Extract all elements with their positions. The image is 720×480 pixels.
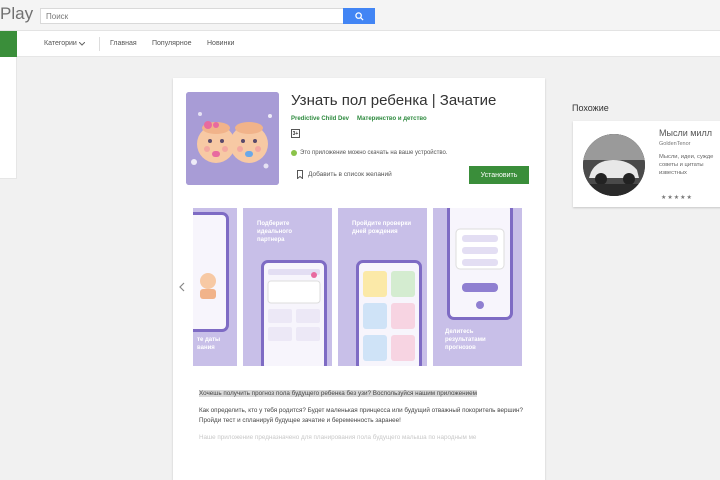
search-icon xyxy=(354,11,364,21)
search-input[interactable] xyxy=(41,9,344,23)
screenshot-gallery[interactable]: те даты вания Подберите идеального партнера… xyxy=(193,208,523,366)
similar-app-rating: ★★★★★ xyxy=(661,195,693,201)
screenshot-3[interactable]: Пройдите проверки дней рождения xyxy=(338,208,427,366)
babies-icon xyxy=(186,92,279,185)
car-photo-icon xyxy=(583,134,645,196)
apps-tab[interactable] xyxy=(0,31,17,57)
screenshot-2[interactable]: Подберите идеального партнера xyxy=(243,208,332,366)
phone-mockup xyxy=(261,260,327,366)
screen-illustration xyxy=(267,269,321,341)
similar-app-developer[interactable]: GoldenTenor xyxy=(659,141,691,147)
nav-new[interactable]: Новинки xyxy=(207,40,234,47)
phone-mockup xyxy=(447,208,513,320)
screenshot-caption: Пройдите проверки дней рождения xyxy=(352,221,412,235)
screen-illustration xyxy=(200,273,216,299)
content-rating-badge: 3+ xyxy=(291,129,300,138)
category-link[interactable]: Материнство и детство xyxy=(357,116,427,122)
chevron-down-icon xyxy=(78,41,85,46)
screenshot-caption: те даты вания xyxy=(197,337,221,351)
nav-home[interactable]: Главная xyxy=(110,40,137,47)
similar-section-title: Похожие xyxy=(572,103,609,113)
nav-categories[interactable]: Категории xyxy=(44,40,85,47)
screenshot-1[interactable]: те даты вания xyxy=(193,208,237,366)
left-sidebar xyxy=(0,57,17,179)
app-description: Хочешь получить прогноз пола будущего ре… xyxy=(199,389,524,450)
wishlist-label: Добавить в список желаний xyxy=(308,171,392,178)
screenshot-caption: Подберите идеального партнера xyxy=(257,221,293,243)
screenshot-caption: Делитесь результатами прогнозов xyxy=(445,329,486,351)
install-button[interactable]: Установить xyxy=(469,166,529,184)
search-box xyxy=(40,8,375,24)
app-icon xyxy=(186,92,279,185)
similar-app-image xyxy=(583,134,645,196)
play-logo[interactable]: Play xyxy=(0,4,33,24)
phone-mockup xyxy=(356,260,422,366)
nav-categories-label: Категории xyxy=(44,40,77,47)
wishlist-button[interactable]: Добавить в список желаний xyxy=(297,170,392,179)
check-circle-icon xyxy=(291,150,297,156)
description-highlight: Хочешь получить прогноз пола будущего ре… xyxy=(199,390,477,397)
description-faded: Наше приложение предназначено для планир… xyxy=(199,434,477,441)
top-bar: Play xyxy=(0,0,720,31)
description-paragraph: Как определить, кто у тебя родится? Буде… xyxy=(199,407,524,424)
chevron-left-icon xyxy=(179,282,185,292)
search-button[interactable] xyxy=(343,8,375,24)
screenshot-4[interactable]: Делитесь результатами прогнозов xyxy=(433,208,522,366)
compatibility-notice: Это приложение можно скачать на ваше уст… xyxy=(291,150,448,156)
phone-mockup xyxy=(193,212,229,332)
similar-app-description: Мысли, идеи, сужде советы и цитаты извес… xyxy=(659,154,714,176)
developer-link[interactable]: Predictive Child Dev xyxy=(291,116,349,122)
similar-app-card[interactable]: Мысли милл GoldenTenor Мысли, идеи, сужд… xyxy=(573,121,720,207)
app-title: Узнать пол ребенка | Зачатие xyxy=(291,92,497,109)
screen-illustration xyxy=(363,271,415,361)
app-details-card: Узнать пол ребенка | Зачатие Predictive … xyxy=(173,78,545,480)
similar-app-name[interactable]: Мысли милл xyxy=(659,128,712,138)
screen-illustration xyxy=(455,228,505,309)
bookmark-icon xyxy=(297,170,303,179)
nav-divider xyxy=(99,37,100,51)
nav-popular[interactable]: Популярное xyxy=(152,40,191,47)
sub-nav: Категории Главная Популярное Новинки xyxy=(0,31,720,57)
compatibility-text: Это приложение можно скачать на ваше уст… xyxy=(300,150,448,156)
